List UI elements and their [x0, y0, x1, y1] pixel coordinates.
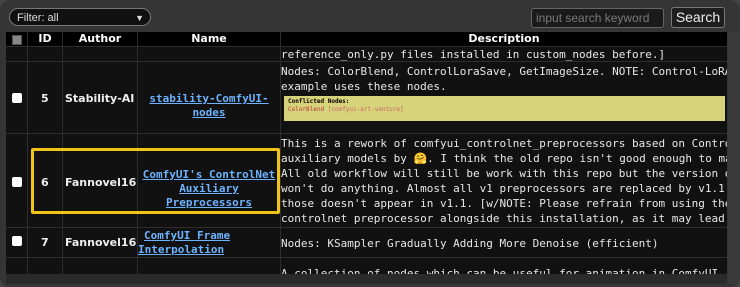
node-name-line: Interpolation	[138, 243, 225, 256]
id-cell: 7	[41, 236, 49, 249]
search-input[interactable]	[531, 8, 664, 28]
vertical-scrollbar[interactable]	[728, 32, 740, 284]
conflict-extension: [comfyui-art-venture]	[327, 106, 404, 113]
col-name[interactable]: Name	[138, 32, 280, 46]
custom-nodes-manager-panel: Filter: all ▼ Search ID Author Name Desc…	[0, 0, 740, 287]
node-name-link[interactable]: ComfyUI Frame Interpolation	[138, 229, 256, 257]
chevron-down-icon: ▼	[135, 13, 144, 23]
row-checkbox[interactable]	[12, 177, 22, 187]
table-row: 5 Stability-AI stability-ComfyUI-nodes N…	[6, 61, 727, 134]
col-author[interactable]: Author	[63, 32, 137, 46]
column-divider	[280, 32, 281, 283]
table-header: ID Author Name Description	[6, 32, 727, 46]
id-cell: 5	[41, 92, 49, 105]
conflict-title: Conflicted Nodes:	[288, 98, 350, 105]
table-row: 7 Fannovel16 ComfyUI Frame Interpolation…	[6, 227, 727, 258]
col-id[interactable]: ID	[28, 32, 62, 46]
highlight-box	[31, 148, 280, 214]
filter-select[interactable]: Filter: all ▼	[9, 8, 151, 26]
node-name-line: ComfyUI Frame	[144, 229, 231, 242]
filter-label: Filter: all	[17, 12, 59, 24]
row-checkbox[interactable]	[12, 236, 22, 246]
horizontal-scrollbar[interactable]	[6, 274, 727, 284]
description-cell: Nodes: KSampler Gradually Adding More De…	[281, 237, 659, 250]
author-cell: Fannovel16	[65, 236, 137, 249]
description-cell: This is a rework of comfyui_controlnet_p…	[281, 137, 727, 228]
column-divider	[27, 32, 28, 283]
row-checkbox[interactable]	[12, 93, 22, 103]
author-cell: Stability-AI	[65, 92, 135, 105]
description-cell: Nodes: ColorBlend, ControlLoraSave, GetI…	[281, 65, 727, 93]
conflict-item: ColorBlend	[288, 106, 325, 113]
description-cell: reference_only.py files installed in cus…	[281, 48, 666, 61]
col-description[interactable]: Description	[281, 32, 727, 46]
conflicted-nodes-box: Conflicted Nodes: ColorBlend [comfyui-ar…	[284, 96, 725, 121]
table-row: reference_only.py files installed in cus…	[6, 46, 727, 62]
search-button[interactable]: Search	[671, 7, 725, 28]
select-all-checkbox[interactable]	[12, 35, 22, 45]
node-name-link[interactable]: stability-ComfyUI-nodes	[138, 92, 280, 120]
